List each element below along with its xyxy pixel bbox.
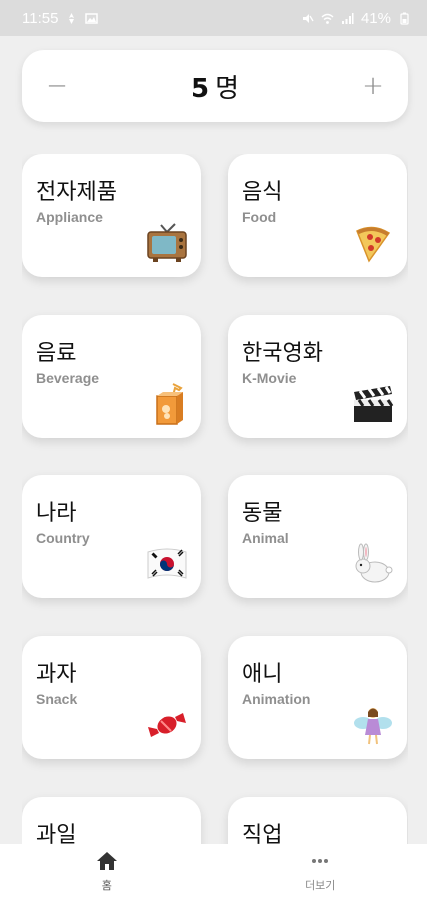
category-card-job[interactable]: 직업 [228,797,407,844]
category-subtitle: K-Movie [242,370,297,386]
pizza-icon [351,221,395,265]
category-card-kmovie[interactable]: 한국영화 K-Movie [228,315,407,438]
player-count-display: 5 명 [191,68,239,105]
clapper-board-icon [351,382,395,426]
category-card-food[interactable]: 음식 Food [228,154,407,277]
category-subtitle: Snack [36,691,78,707]
player-count-unit: 명 [215,73,239,104]
category-subtitle: Food [242,209,277,225]
decrease-button[interactable]: − [46,73,68,99]
category-title: 전자제품 [36,180,117,205]
category-subtitle: Appliance [36,209,103,225]
nav-home-label: 홈 [101,879,112,892]
mute-icon [301,12,314,25]
category-title: 과자 [36,662,77,687]
battery-level: 41% [360,9,391,27]
signal-icon [341,12,354,25]
category-card-appliance[interactable]: 전자제품 Appliance [22,154,201,277]
status-bar: 11:55 41% [0,0,427,36]
category-subtitle: Country [36,530,90,546]
category-card-country[interactable]: 나라 Country [22,475,201,598]
category-title: 한국영화 [242,341,323,366]
fairy-icon [351,703,395,747]
nav-more[interactable]: 더보기 [214,844,427,900]
category-title: 음식 [242,180,283,205]
juice-box-icon [145,382,189,426]
category-grid: 전자제품 Appliance 음식 Food 음료 Beverage 한국영화 … [22,154,408,844]
category-title: 과일 [36,823,77,844]
rabbit-icon [351,542,395,586]
category-title: 직업 [242,823,283,844]
korea-flag-icon [145,542,189,586]
player-count-value: 5 [190,73,210,104]
home-icon [96,851,118,871]
status-time: 11:55 [22,9,59,27]
category-title: 나라 [36,501,77,526]
category-card-snack[interactable]: 과자 Snack [22,636,201,759]
category-subtitle: Animation [242,691,311,707]
category-card-animation[interactable]: 애니 Animation [228,636,407,759]
category-subtitle: Beverage [36,370,100,386]
category-title: 음료 [36,341,77,366]
notification-icon [65,12,78,25]
category-title: 애니 [242,662,283,687]
category-card-fruit[interactable]: 과일 [22,797,201,844]
status-left: 11:55 [22,9,99,27]
image-icon [85,12,99,25]
battery-icon [398,12,411,25]
category-subtitle: Animal [242,530,289,546]
bottom-navigation: 홈 더보기 [0,844,427,900]
wifi-icon [321,12,334,25]
increase-button[interactable]: + [362,73,384,99]
nav-more-label: 더보기 [305,879,336,892]
player-count-stepper: − 5 명 + [22,50,408,122]
candy-icon [145,703,189,747]
category-card-beverage[interactable]: 음료 Beverage [22,315,201,438]
tv-icon [145,221,189,265]
status-right: 41% [301,10,411,27]
category-card-animal[interactable]: 동물 Animal [228,475,407,598]
nav-home[interactable]: 홈 [0,844,214,900]
more-icon [309,851,331,871]
category-title: 동물 [242,501,283,526]
